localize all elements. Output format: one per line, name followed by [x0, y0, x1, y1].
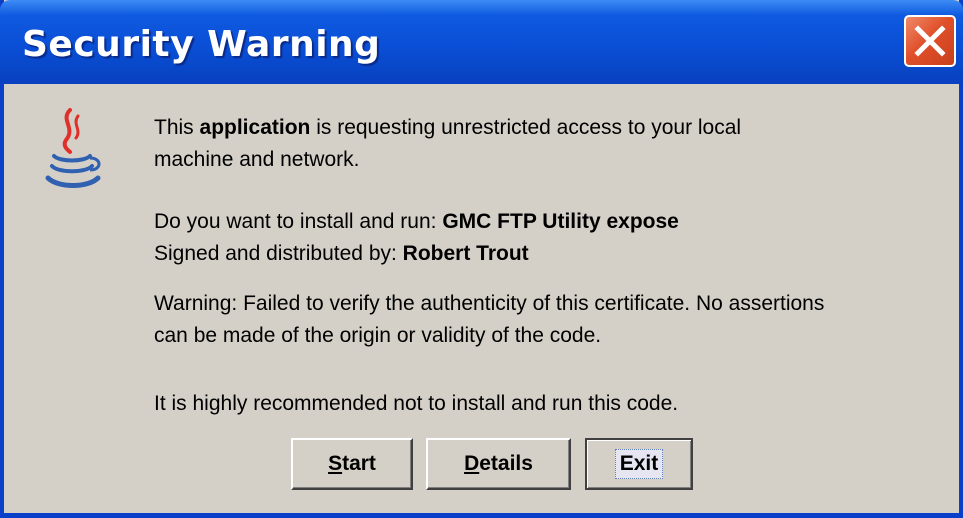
title-bar[interactable]: Security Warning: [0, 0, 963, 84]
certificate-warning-line-2: can be made of the origin or validity of…: [154, 324, 602, 347]
publisher-name: Robert Trout: [402, 242, 529, 265]
java-cup-icon: [45, 108, 101, 188]
security-warning-dialog: Security Warning This application is req…: [0, 0, 963, 518]
details-button[interactable]: Details: [426, 438, 571, 490]
certificate-warning-line-1: Warning: Failed to verify the authentici…: [154, 292, 825, 315]
application-name: GMC FTP Utility expose: [442, 210, 679, 233]
exit-button[interactable]: Exit: [585, 438, 693, 490]
install-question: Do you want to install and run: GMC FTP …: [154, 210, 679, 233]
close-button[interactable]: [904, 15, 956, 67]
window-title: Security Warning: [22, 24, 381, 65]
exit-button-label: Exit: [614, 449, 664, 479]
dialog-body: This application is requesting unrestric…: [4, 84, 959, 513]
recommendation-text: It is highly recommended not to install …: [154, 392, 679, 415]
access-message-line-1: This application is requesting unrestric…: [154, 116, 742, 139]
signed-by: Signed and distributed by: Robert Trout: [154, 242, 529, 265]
access-message-line-2: machine and network.: [154, 148, 360, 171]
close-icon: [914, 25, 946, 57]
start-button[interactable]: Start: [291, 438, 413, 490]
